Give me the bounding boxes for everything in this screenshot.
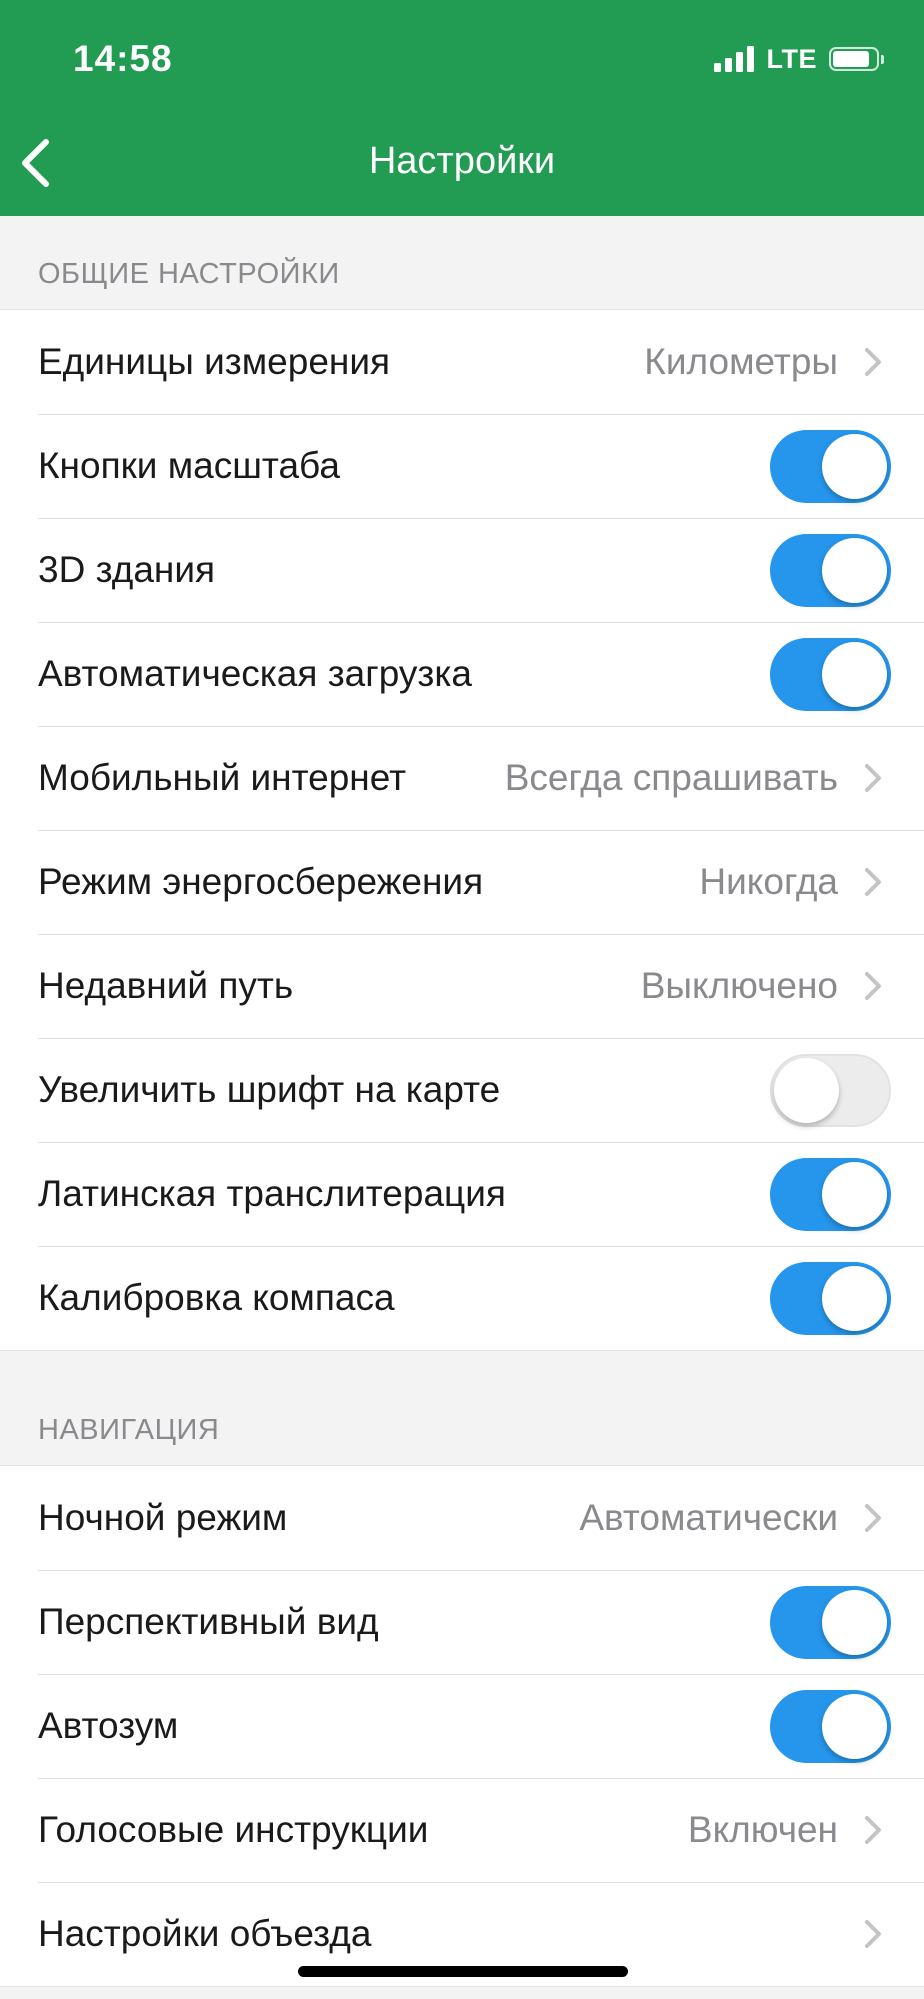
toggle-knob	[822, 1265, 887, 1331]
setting-label: Перспективный вид	[38, 1601, 379, 1642]
setting-label: Голосовые инструкции	[38, 1809, 429, 1850]
settings-row[interactable]: Увеличить шрифт на карте	[0, 1038, 924, 1142]
status-time: 14:58	[73, 38, 173, 79]
settings-row[interactable]: Мобильный интернет Всегда спрашивать	[0, 726, 924, 830]
toggle-switch[interactable]	[770, 1585, 891, 1659]
settings-row[interactable]: 3D здания	[0, 518, 924, 622]
setting-label: Автоматическая загрузка	[38, 653, 472, 694]
chevron-right-icon	[858, 1914, 888, 1954]
toggle-knob	[822, 641, 887, 707]
battery-tip	[881, 54, 884, 64]
setting-label: Недавний путь	[38, 965, 294, 1006]
chevron-right-icon	[858, 1810, 888, 1850]
toggle-switch[interactable]	[770, 1157, 891, 1231]
settings-row[interactable]: Калибровка компаса	[0, 1246, 924, 1350]
setting-value: Выключено	[640, 965, 838, 1006]
network-type: LTE	[766, 43, 817, 74]
chevron-right-icon	[858, 966, 888, 1006]
setting-value: Километры	[644, 341, 838, 382]
page-title: Настройки	[368, 140, 556, 182]
settings-group-general: Единицы измерения Километры Кнопки масштаб…	[0, 309, 924, 1351]
toggle-switch[interactable]	[770, 1689, 891, 1763]
settings-row[interactable]: Недавний путь Выключено	[0, 934, 924, 1038]
setting-label: Настройки объезда	[38, 1913, 372, 1954]
setting-label: Мобильный интернет	[38, 757, 407, 798]
setting-label: Латинская транслитерация	[38, 1173, 506, 1214]
setting-value: Никогда	[699, 861, 838, 902]
section-header-general: ОБЩИЕ НАСТРОЙКИ	[38, 258, 340, 290]
toggle-knob	[822, 1589, 887, 1655]
setting-value: Включен	[687, 1809, 838, 1850]
chevron-right-icon	[858, 862, 888, 902]
toggle-knob	[822, 433, 887, 499]
chevron-right-icon	[858, 1498, 888, 1538]
home-indicator	[298, 1966, 628, 1977]
settings-row[interactable]: Режим энергосбережения Никогда	[0, 830, 924, 934]
setting-label: Режим энергосбережения	[38, 861, 484, 902]
toggle-switch[interactable]	[770, 429, 891, 503]
toggle-knob	[822, 1693, 887, 1759]
settings-row[interactable]: Латинская транслитерация	[0, 1142, 924, 1246]
toggle-switch[interactable]	[770, 1053, 891, 1127]
toggle-switch[interactable]	[770, 637, 891, 711]
setting-label: Единицы измерения	[38, 341, 391, 382]
settings-row[interactable]: Автозум	[0, 1674, 924, 1778]
section-header-navigation: НАВИГАЦИЯ	[38, 1414, 220, 1446]
setting-value: Всегда спрашивать	[504, 757, 838, 798]
toggle-knob	[822, 1161, 887, 1227]
settings-row[interactable]: Автоматическая загрузка	[0, 622, 924, 726]
toggle-knob	[822, 537, 887, 603]
setting-label: 3D здания	[38, 549, 216, 590]
settings-row[interactable]: Кнопки масштаба	[0, 414, 924, 518]
setting-label: Увеличить шрифт на карте	[38, 1069, 501, 1110]
app-header: 14:58 LTE Настройки	[0, 0, 924, 216]
settings-group-navigation: Ночной режим Автоматически Перспективный в…	[0, 1465, 924, 1987]
setting-label: Калибровка компаса	[38, 1277, 395, 1318]
settings-row[interactable]: Перспективный вид	[0, 1570, 924, 1674]
battery-icon	[829, 47, 879, 71]
toggle-switch[interactable]	[770, 533, 891, 607]
cellular-signal-icon	[713, 46, 758, 72]
setting-label: Кнопки масштаба	[38, 445, 340, 486]
setting-value: Автоматически	[579, 1497, 838, 1538]
toggle-switch[interactable]	[770, 1261, 891, 1335]
setting-label: Ночной режим	[38, 1497, 288, 1538]
chevron-right-icon	[858, 342, 888, 382]
settings-row[interactable]: Ночной режим Автоматически	[0, 1466, 924, 1570]
settings-row[interactable]: Голосовые инструкции Включен	[0, 1778, 924, 1882]
settings-row[interactable]: Единицы измерения Километры	[0, 310, 924, 414]
setting-label: Автозум	[38, 1705, 179, 1746]
status-indicators: LTE	[713, 40, 884, 78]
chevron-right-icon	[858, 758, 888, 798]
toggle-knob	[774, 1057, 839, 1123]
